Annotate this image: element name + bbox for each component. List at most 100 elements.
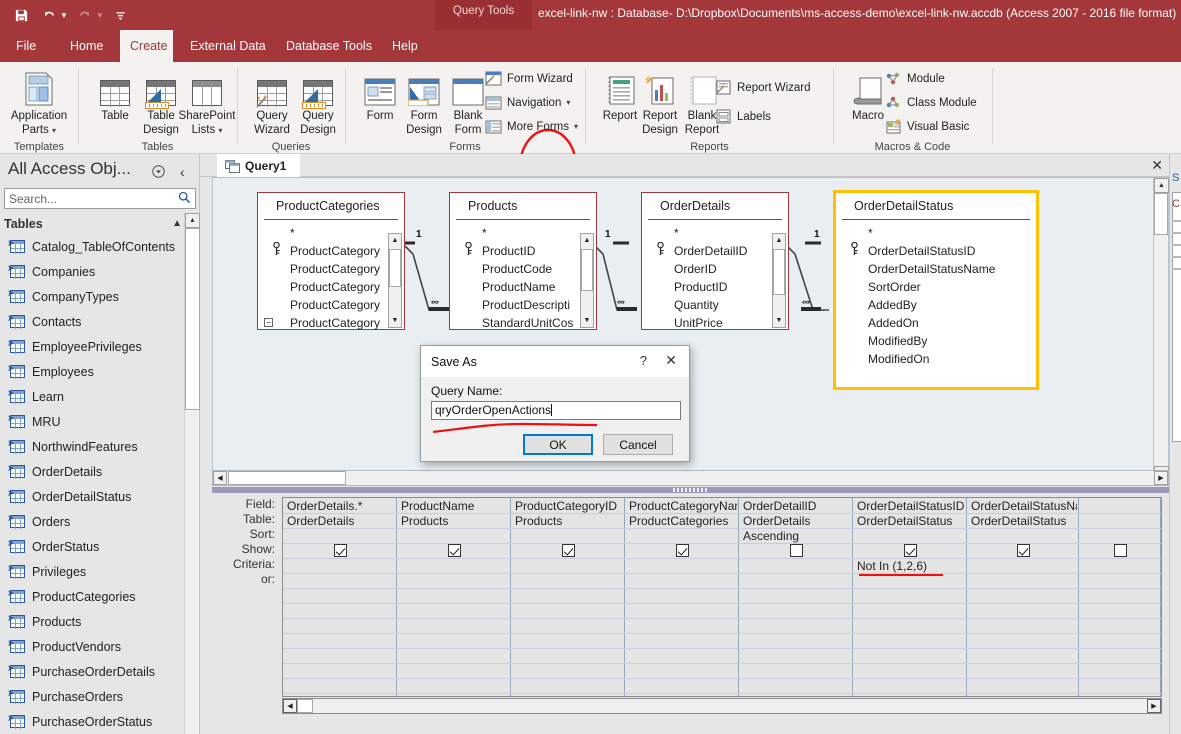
- form-wizard-button[interactable]: Form Wizard: [485, 70, 573, 87]
- qbe-show-checkbox[interactable]: [1017, 544, 1030, 557]
- qbe-show-cell[interactable]: [971, 544, 1077, 558]
- scroll-left-button[interactable]: ◀: [283, 699, 297, 713]
- design-table-field[interactable]: ProductCategory: [258, 242, 404, 260]
- scroll-thumb[interactable]: [1154, 193, 1168, 235]
- nav-item-table[interactable]: ➤ OrderDetails: [4, 459, 182, 484]
- qbe-show-checkbox[interactable]: [790, 544, 803, 557]
- cancel-button[interactable]: Cancel: [603, 434, 673, 455]
- nav-item-table[interactable]: ➤ PurchaseOrderStatus: [4, 709, 182, 734]
- report-wizard-button[interactable]: Report Wizard: [715, 79, 811, 96]
- design-table-field[interactable]: OrderID: [642, 260, 788, 278]
- scroll-down-button[interactable]: ▼: [773, 314, 785, 327]
- scroll-up-button[interactable]: ▲: [185, 213, 200, 228]
- nav-item-table[interactable]: ➤ Orders: [4, 509, 182, 534]
- qbe-show-cell[interactable]: [857, 544, 965, 558]
- tab-create[interactable]: Create: [120, 30, 173, 62]
- qbe-criteria-cell[interactable]: [287, 559, 395, 573]
- scroll-thumb[interactable]: [389, 249, 401, 287]
- design-table-field[interactable]: ProductCode: [450, 260, 596, 278]
- scroll-up-button[interactable]: ▲: [1154, 178, 1169, 193]
- visual-basic-button[interactable]: Visual Basic: [885, 118, 969, 135]
- nav-group-tables[interactable]: Tables ▲: [4, 213, 182, 234]
- tab-home[interactable]: Home: [60, 30, 112, 62]
- scroll-thumb[interactable]: [773, 249, 785, 295]
- qbe-table-cell[interactable]: OrderDetailStatus: [971, 514, 1077, 528]
- qbe-field-cell[interactable]: OrderDetails.*: [287, 499, 395, 513]
- qbe-sort-cell[interactable]: Ascending: [743, 529, 851, 543]
- qbe-show-cell[interactable]: [401, 544, 509, 558]
- qbe-criteria-cell[interactable]: [515, 559, 623, 573]
- scroll-up-button[interactable]: ▲: [773, 234, 785, 247]
- qbe-table-cell[interactable]: [1083, 514, 1159, 528]
- design-table-field[interactable]: OrderDetailStatusID: [836, 242, 1036, 260]
- nav-item-table[interactable]: ➤ Privileges: [4, 559, 182, 584]
- design-table-box[interactable]: ProductCategories * ProductCategory Product…: [257, 192, 405, 330]
- scroll-thumb[interactable]: [185, 228, 200, 410]
- design-table-field[interactable]: *: [450, 224, 596, 242]
- qbe-table-cell[interactable]: OrderDetailStatus: [857, 514, 965, 528]
- pane-splitter[interactable]: [212, 487, 1169, 493]
- scroll-down-button[interactable]: ▼: [581, 314, 593, 327]
- design-table-field[interactable]: ProductID: [450, 242, 596, 260]
- qbe-horizontal-scrollbar[interactable]: ◀ ▶: [282, 698, 1162, 714]
- qbe-or-cell[interactable]: [629, 574, 737, 588]
- nav-item-table[interactable]: ➤ PurchaseOrderDetails: [4, 659, 182, 684]
- field-list-scrollbar[interactable]: ▲ ▼: [772, 233, 786, 328]
- qbe-or-cell[interactable]: [971, 574, 1077, 588]
- tab-file[interactable]: File: [6, 30, 46, 62]
- qbe-field-cell[interactable]: OrderDetailStatusNar: [971, 499, 1077, 513]
- nav-item-table[interactable]: ➤ Products: [4, 609, 182, 634]
- field-list-scrollbar[interactable]: ▲ ▼: [388, 233, 402, 328]
- design-table-field[interactable]: ProductCategory: [258, 296, 404, 314]
- design-table-field[interactable]: ProductID: [642, 278, 788, 296]
- qbe-show-cell[interactable]: [1083, 544, 1159, 558]
- design-table-field[interactable]: − ProductCategory: [258, 314, 404, 332]
- nav-item-table[interactable]: ➤ Contacts: [4, 309, 182, 334]
- nav-item-table[interactable]: ➤ CompanyTypes: [4, 284, 182, 309]
- design-table-field[interactable]: ProductCategory: [258, 278, 404, 296]
- design-pane-vertical-scrollbar[interactable]: ▲ ▼: [1153, 178, 1169, 481]
- document-tab-query1[interactable]: Query1: [217, 154, 301, 177]
- navigation-button[interactable]: Navigation ▾: [485, 94, 570, 111]
- scroll-left-button[interactable]: ◀: [213, 471, 227, 485]
- qbe-table-cell[interactable]: ProductCategories: [629, 514, 737, 528]
- design-table-field[interactable]: *: [642, 224, 788, 242]
- design-table-field[interactable]: *: [836, 224, 1036, 242]
- qbe-or-cell[interactable]: [857, 574, 965, 588]
- scroll-right-button[interactable]: ▶: [1154, 471, 1168, 485]
- qbe-criteria-cell[interactable]: Not In (1,2,6): [857, 559, 965, 573]
- design-table-field[interactable]: Quantity: [642, 296, 788, 314]
- qbe-field-cell[interactable]: OrderDetailID: [743, 499, 851, 513]
- design-pane-horizontal-scrollbar[interactable]: ◀ ▶: [212, 470, 1169, 486]
- qbe-field-cell[interactable]: OrderDetailStatusID: [857, 499, 965, 513]
- nav-item-table[interactable]: ➤ EmployeePrivileges: [4, 334, 182, 359]
- qbe-criteria-cell[interactable]: [629, 559, 737, 573]
- qbe-show-cell[interactable]: [629, 544, 737, 558]
- design-table-field[interactable]: UnitPrice: [642, 314, 788, 332]
- tab-help[interactable]: Help: [382, 30, 426, 62]
- nav-item-table[interactable]: ➤ PurchaseOrders: [4, 684, 182, 709]
- nav-item-table[interactable]: ➤ OrderStatus: [4, 534, 182, 559]
- nav-pane-collapse-icon[interactable]: ‹: [180, 164, 185, 180]
- sharepoint-lists-button[interactable]: SharePoint Lists ▾: [176, 66, 238, 138]
- qbe-show-checkbox[interactable]: [904, 544, 917, 557]
- qbe-sort-cell[interactable]: [287, 529, 395, 543]
- qbe-or-cell[interactable]: [743, 574, 851, 588]
- qbe-table-cell[interactable]: OrderDetails: [287, 514, 395, 528]
- tab-external-data[interactable]: External Data: [180, 30, 270, 62]
- qbe-table-cell[interactable]: OrderDetails: [743, 514, 851, 528]
- search-input[interactable]: Search...: [4, 188, 196, 209]
- nav-item-table[interactable]: ➤ OrderDetailStatus: [4, 484, 182, 509]
- qbe-show-cell[interactable]: [515, 544, 623, 558]
- qbe-sort-cell[interactable]: [629, 529, 737, 543]
- design-table-field[interactable]: OrderDetailID: [642, 242, 788, 260]
- blank-report-button[interactable]: Blank Report: [671, 66, 733, 137]
- close-icon[interactable]: ✕: [665, 352, 677, 369]
- qbe-sort-cell[interactable]: [1083, 529, 1159, 543]
- nav-pane-scrollbar[interactable]: ▲ ▼: [184, 213, 200, 734]
- qbe-sort-cell[interactable]: [515, 529, 623, 543]
- qbe-criteria-cell[interactable]: [1083, 559, 1159, 573]
- application-parts-button[interactable]: Application Parts ▾: [8, 66, 70, 138]
- design-table-field[interactable]: SortOrder: [836, 278, 1036, 296]
- qbe-or-cell[interactable]: [515, 574, 623, 588]
